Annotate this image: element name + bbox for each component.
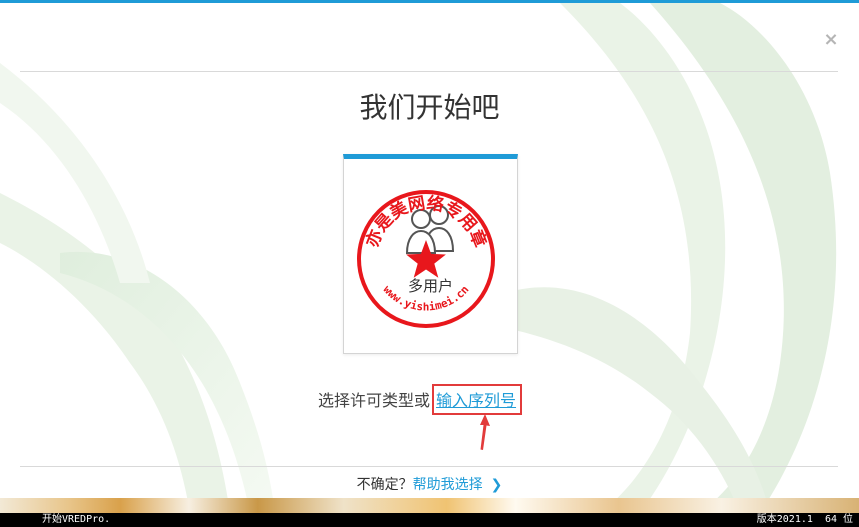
chevron-right-icon[interactable]: ❯ bbox=[491, 477, 503, 493]
enter-serial-link[interactable]: 输入序列号 bbox=[432, 383, 523, 415]
close-button[interactable]: × bbox=[820, 28, 842, 50]
bottom-banner-strip bbox=[0, 498, 859, 513]
help-row: 不确定？帮助我选择 ❯ bbox=[0, 474, 859, 494]
license-option-label: 多用户 bbox=[407, 277, 453, 295]
selection-row: 选择许可类型或 输入序列号 bbox=[318, 383, 523, 415]
multi-user-icon bbox=[405, 205, 455, 254]
status-message: 开始VREDPro. bbox=[42, 514, 111, 525]
arrow-up-icon bbox=[480, 414, 490, 450]
status-version-info: 版本2021.1 64 位 bbox=[757, 513, 853, 527]
header-divider bbox=[20, 71, 838, 72]
help-me-choose-link[interactable]: 帮助我选择 bbox=[413, 477, 483, 493]
status-version: 版本2021.1 bbox=[756, 514, 813, 525]
footer-divider bbox=[20, 466, 838, 467]
help-question: 不确定？ bbox=[356, 477, 413, 493]
status-bits: 64 位 bbox=[824, 514, 853, 525]
license-option-multi-user[interactable]: 多用户 bbox=[343, 154, 518, 354]
selection-prompt: 选择许可类型或 bbox=[318, 391, 431, 410]
close-icon: × bbox=[823, 28, 839, 50]
page-title: 我们开始吧 bbox=[359, 91, 500, 124]
status-bar: 开始VREDPro. 版本2021.1 64 位 bbox=[0, 513, 859, 527]
